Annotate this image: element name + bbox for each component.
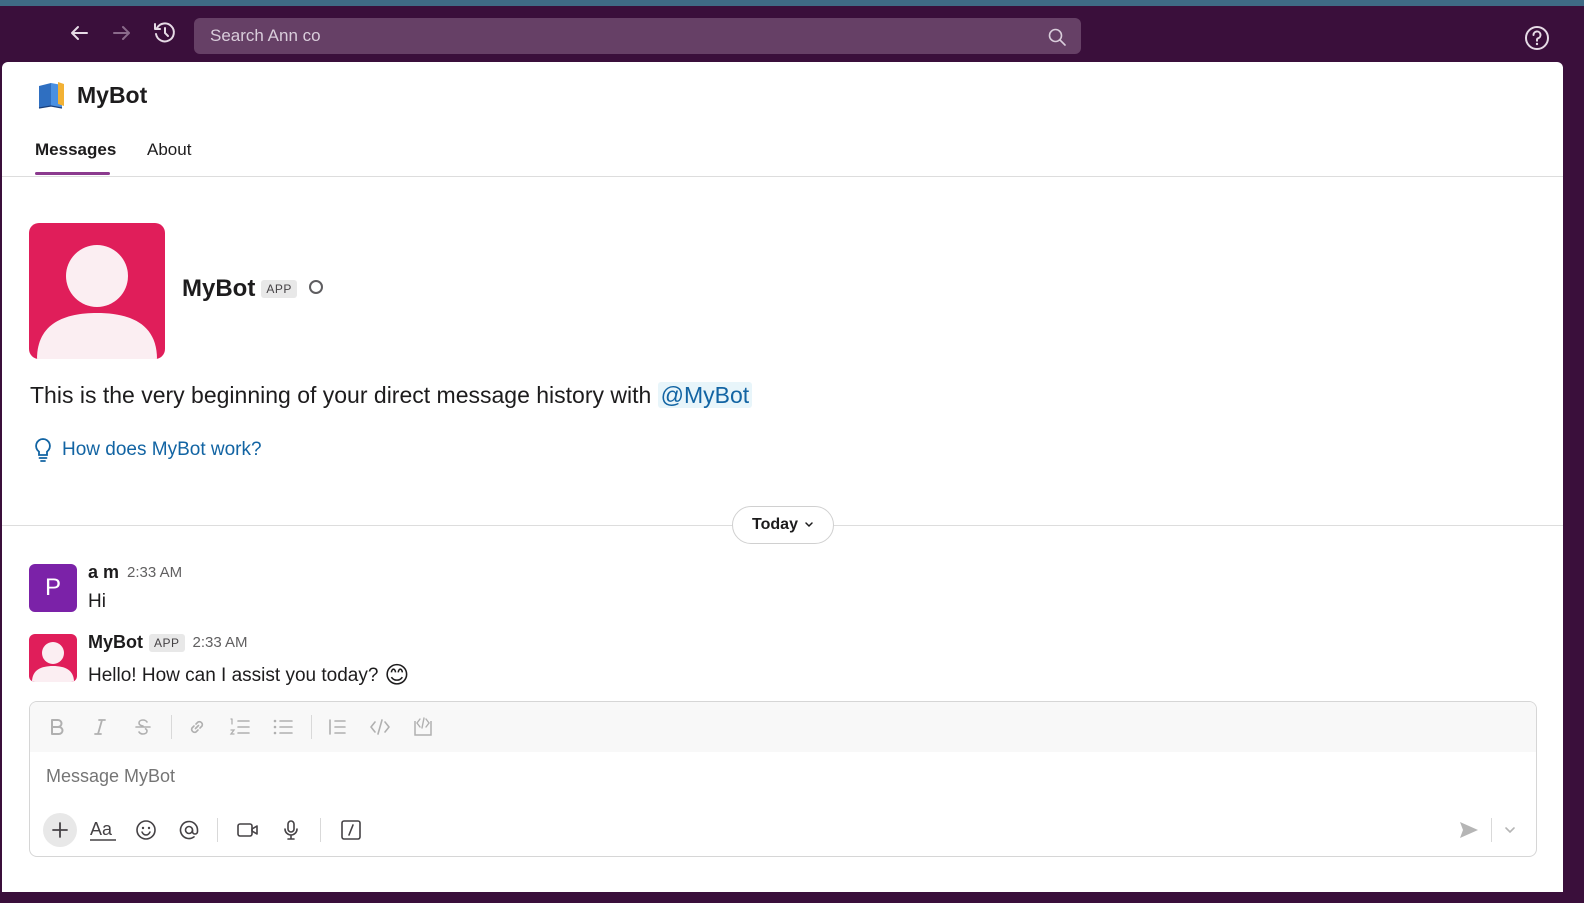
code-icon <box>370 719 390 735</box>
channel-title: MyBot <box>77 81 148 108</box>
text-format-button[interactable]: Aa <box>86 813 120 847</box>
app-badge: APP <box>261 280 297 298</box>
tab-about[interactable]: About <box>147 140 191 160</box>
bulleted-list-icon <box>273 719 293 735</box>
search-icon <box>1048 28 1066 46</box>
code-button[interactable] <box>368 715 392 739</box>
message-author[interactable]: a m <box>88 562 119 583</box>
channel-header[interactable]: MyBot <box>35 80 147 110</box>
date-label: Today <box>752 516 798 533</box>
lightbulb-icon <box>35 438 51 462</box>
toolbar-separator <box>171 715 172 739</box>
tab-bar: Messages About <box>2 130 1563 177</box>
microphone-icon <box>284 820 298 840</box>
send-options-button[interactable] <box>1493 813 1527 847</box>
link-button[interactable] <box>185 715 209 739</box>
mention-button[interactable] <box>172 813 206 847</box>
message-timestamp[interactable]: 2:33 AM <box>193 634 248 651</box>
chevron-down-icon <box>1505 827 1515 834</box>
message-meta: a m 2:33 AM <box>88 562 182 583</box>
message-input[interactable] <box>46 766 1346 787</box>
bot-avatar-large[interactable] <box>29 223 165 359</box>
emoji-icon <box>136 820 156 840</box>
add-attachment-button[interactable] <box>43 813 77 847</box>
message-body: Hello! How can I assist you today? 😊 <box>88 661 409 690</box>
toolbar-separator <box>217 818 218 842</box>
presence-indicator <box>308 280 323 294</box>
help-link[interactable]: How does MyBot work? <box>32 437 262 463</box>
ordered-list-button[interactable] <box>228 715 252 739</box>
bot-mention[interactable]: @MyBot <box>657 382 753 408</box>
emoji-button[interactable] <box>129 813 163 847</box>
active-tab-indicator <box>35 172 110 175</box>
avatar-initial: P <box>44 574 61 601</box>
intro-sentence: This is the very beginning of your direc… <box>30 382 658 408</box>
mention-icon <box>179 820 199 840</box>
book-icon <box>38 82 64 109</box>
link-icon <box>190 720 204 734</box>
bold-button[interactable] <box>45 715 69 739</box>
main-panel: MyBot Messages About MyBot APP This is t… <box>2 62 1563 892</box>
app-badge: APP <box>149 633 185 652</box>
strikethrough-icon <box>135 719 151 735</box>
user-silhouette-icon <box>37 245 157 359</box>
date-jump-button[interactable]: Today <box>732 506 834 544</box>
intro-text: This is the very beginning of your direc… <box>30 382 753 409</box>
slash-command-button[interactable] <box>334 813 368 847</box>
send-button[interactable] <box>1452 813 1486 847</box>
strikethrough-button[interactable] <box>131 715 155 739</box>
history-icon <box>154 22 175 43</box>
user-silhouette-icon <box>32 642 74 682</box>
help-button[interactable] <box>1524 25 1554 55</box>
code-block-icon <box>414 717 432 736</box>
forward-button[interactable] <box>107 18 137 48</box>
chevron-down-icon <box>805 522 813 528</box>
message-text: Hi <box>88 591 106 612</box>
message-composer: Aa <box>29 701 1537 857</box>
formatting-toolbar <box>30 702 1536 752</box>
help-link-text: How does MyBot work? <box>62 439 262 460</box>
history-button[interactable] <box>150 18 180 48</box>
video-icon <box>237 823 258 837</box>
italic-button[interactable] <box>88 715 112 739</box>
message-timestamp[interactable]: 2:33 AM <box>127 564 182 581</box>
tab-messages[interactable]: Messages <box>35 140 116 160</box>
top-bar: Search Ann co <box>0 6 1584 62</box>
help-icon <box>1525 26 1549 50</box>
profile-name[interactable]: MyBot <box>182 275 255 303</box>
svg-text:Aa: Aa <box>90 819 113 839</box>
bold-icon <box>51 719 64 735</box>
blockquote-icon <box>329 719 346 735</box>
toolbar-separator <box>1491 818 1492 842</box>
avatar[interactable]: P <box>29 564 77 612</box>
arrow-left-icon <box>71 26 88 40</box>
message-meta: MyBot APP 2:33 AM <box>88 632 248 653</box>
code-block-button[interactable] <box>411 715 435 739</box>
search-placeholder: Search Ann co <box>210 26 321 45</box>
toolbar-separator <box>320 818 321 842</box>
search-bar[interactable]: Search Ann co <box>194 18 1081 54</box>
text-format-icon: Aa <box>90 819 116 841</box>
back-button[interactable] <box>64 18 94 48</box>
plus-icon <box>52 822 68 838</box>
ordered-list-icon <box>229 718 250 735</box>
avatar[interactable] <box>29 634 77 682</box>
toolbar-separator <box>311 715 312 739</box>
audio-clip-button[interactable] <box>274 813 308 847</box>
blockquote-button[interactable] <box>325 715 349 739</box>
video-clip-button[interactable] <box>231 813 265 847</box>
italic-icon <box>94 719 106 735</box>
profile-name-row: MyBot APP <box>182 275 323 303</box>
send-icon <box>1460 822 1478 838</box>
message-text: Hello! How can I assist you today? <box>88 664 379 686</box>
slash-command-icon <box>341 820 361 840</box>
message-author[interactable]: MyBot <box>88 632 143 653</box>
arrow-right-icon <box>113 26 130 40</box>
smiling-face-emoji: 😊 <box>384 662 410 689</box>
bulleted-list-button[interactable] <box>271 715 295 739</box>
